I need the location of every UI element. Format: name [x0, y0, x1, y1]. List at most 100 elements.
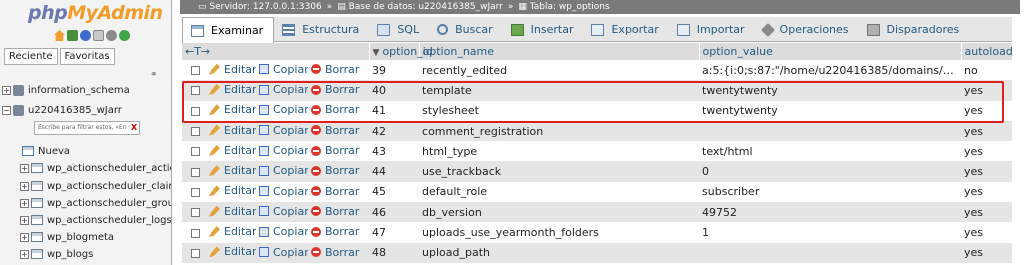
cell-option-id[interactable]: 41 — [369, 100, 420, 121]
copy-button[interactable]: Copiar — [259, 246, 308, 259]
expand-icon[interactable]: + — [20, 163, 29, 173]
copy-button[interactable]: Copiar — [259, 103, 308, 116]
cell-option-name[interactable]: recently_edited — [419, 60, 700, 81]
tree-item-label[interactable]: wp_actionscheduler_actions — [47, 163, 171, 174]
tab-triggers[interactable]: Disparadores — [859, 17, 970, 42]
copy-button[interactable]: Copiar — [259, 144, 308, 157]
tree-item-label[interactable]: wp_actionscheduler_claims — [47, 181, 171, 192]
cell-option-name[interactable]: stylesheet — [419, 100, 700, 121]
tab-operations[interactable]: Operaciones — [755, 17, 859, 42]
copy-button[interactable]: Copiar — [259, 124, 308, 137]
tab-import[interactable]: Importar — [669, 17, 755, 42]
expand-icon[interactable]: + — [20, 181, 29, 191]
copy-button[interactable]: Copiar — [259, 63, 308, 76]
tree-item-table[interactable]: + wp_actionscheduler_actions — [20, 158, 171, 178]
delete-button[interactable]: Borrar — [311, 103, 359, 116]
breadcrumb-database[interactable]: Base de datos: u220416385_wJarr — [349, 2, 503, 12]
expand-icon[interactable]: + — [20, 215, 29, 225]
cell-option-value[interactable]: twentytwenty — [699, 100, 962, 121]
expand-icon[interactable]: + — [2, 85, 11, 95]
tab-export[interactable]: Exportar — [583, 17, 668, 42]
edit-button[interactable]: Editar — [209, 103, 256, 116]
cell-option-value[interactable] — [699, 242, 962, 263]
tree-item-label[interactable]: wp_actionscheduler_groups — [47, 198, 171, 209]
phpmyadmin-logo[interactable]: phpMyAdmin — [28, 2, 163, 24]
cell-option-value[interactable]: 49752 — [699, 202, 962, 223]
cell-autoload[interactable]: yes — [961, 100, 1013, 121]
column-header-option-id[interactable]: ▼ option_id — [369, 43, 433, 60]
tree-item-label[interactable]: wp_blogs — [47, 249, 93, 260]
tab-search[interactable]: Buscar — [429, 17, 503, 42]
cell-option-id[interactable]: 42 — [369, 120, 420, 142]
copy-button[interactable]: Copiar — [259, 164, 308, 177]
cell-option-name[interactable]: upload_path — [419, 242, 700, 263]
collapse-icon[interactable]: − — [2, 105, 11, 115]
tree-item-label[interactable]: information_schema — [28, 85, 130, 96]
cell-autoload[interactable]: yes — [961, 141, 1013, 162]
documentation-icon[interactable] — [93, 30, 104, 41]
delete-button[interactable]: Borrar — [311, 124, 359, 137]
delete-button[interactable]: Borrar — [311, 63, 359, 76]
row-checkbox[interactable] — [191, 147, 200, 157]
breadcrumb-server[interactable]: Servidor: 127.0.0.1:3306 — [209, 2, 321, 12]
delete-button[interactable]: Borrar — [311, 225, 359, 238]
cell-option-name[interactable]: uploads_use_yearmonth_folders — [419, 222, 700, 243]
row-checkbox[interactable] — [191, 86, 200, 96]
cell-option-id[interactable]: 47 — [369, 222, 420, 243]
cell-option-id[interactable]: 48 — [369, 242, 420, 263]
gear-icon[interactable] — [106, 30, 117, 41]
delete-button[interactable]: Borrar — [311, 83, 359, 96]
delete-button[interactable]: Borrar — [311, 185, 359, 198]
cell-option-value[interactable]: a:5:{i:0;s:87:"/home/u220416385/domains/… — [699, 60, 962, 81]
cell-autoload[interactable]: yes — [961, 222, 1013, 243]
reload-icon[interactable] — [119, 30, 130, 41]
cell-autoload[interactable]: yes — [961, 120, 1013, 142]
breadcrumb-table[interactable]: Tabla: wp_options — [530, 2, 610, 12]
favorite-tables-button[interactable]: Favoritas — [59, 48, 115, 65]
row-checkbox[interactable] — [191, 66, 200, 76]
cell-option-id[interactable]: 44 — [369, 161, 420, 182]
edit-button[interactable]: Editar — [209, 245, 256, 258]
tree-item-information-schema[interactable]: + information_schema — [2, 80, 130, 100]
tab-browse[interactable]: Examinar — [182, 17, 275, 43]
tab-structure[interactable]: Estructura — [274, 17, 369, 42]
help-icon[interactable] — [80, 30, 91, 41]
cell-option-name[interactable]: default_role — [419, 181, 700, 203]
cell-option-id[interactable]: 39 — [369, 60, 420, 81]
home-icon[interactable] — [54, 30, 65, 41]
cell-option-name[interactable]: use_trackback — [419, 161, 700, 182]
table-filter-input[interactable]: Escribe para filtrar estos, «En — [34, 121, 140, 135]
edit-button[interactable]: Editar — [209, 144, 256, 157]
tree-item-table[interactable]: + wp_blogs — [20, 244, 93, 264]
exit-icon[interactable] — [67, 30, 78, 41]
edit-button[interactable]: Editar — [209, 83, 256, 96]
cell-option-name[interactable]: html_type — [419, 141, 700, 162]
delete-button[interactable]: Borrar — [311, 164, 359, 177]
edit-button[interactable]: Editar — [209, 164, 256, 177]
tab-sql[interactable]: SQL — [369, 17, 429, 42]
clear-filter-icon[interactable]: X — [131, 123, 137, 132]
row-checkbox[interactable] — [191, 228, 200, 238]
copy-button[interactable]: Copiar — [259, 83, 308, 96]
cell-autoload[interactable]: yes — [961, 242, 1013, 263]
tab-insert[interactable]: Insertar — [503, 17, 584, 42]
expand-icon[interactable]: + — [20, 232, 29, 242]
delete-button[interactable]: Borrar — [311, 144, 359, 157]
copy-button[interactable]: Copiar — [259, 185, 308, 198]
row-checkbox[interactable] — [191, 208, 200, 218]
cell-option-id[interactable]: 43 — [369, 141, 420, 162]
tree-item-label[interactable]: u220416385_wJarr — [28, 105, 122, 116]
row-checkbox[interactable] — [191, 187, 200, 197]
cell-option-value[interactable] — [699, 120, 962, 142]
tree-item-label[interactable]: wp_blogmeta — [47, 232, 114, 243]
edit-button[interactable]: Editar — [209, 205, 256, 218]
expand-icon[interactable]: + — [20, 198, 29, 208]
row-checkbox[interactable] — [191, 167, 200, 177]
cell-option-name[interactable]: db_version — [419, 202, 700, 223]
delete-button[interactable]: Borrar — [311, 246, 359, 259]
cell-option-value[interactable]: 1 — [699, 222, 962, 243]
link-icon[interactable]: ⚭ — [150, 70, 158, 80]
cell-option-name[interactable]: template — [419, 80, 700, 101]
edit-button[interactable]: Editar — [209, 225, 256, 238]
cell-autoload[interactable]: yes — [961, 202, 1013, 223]
